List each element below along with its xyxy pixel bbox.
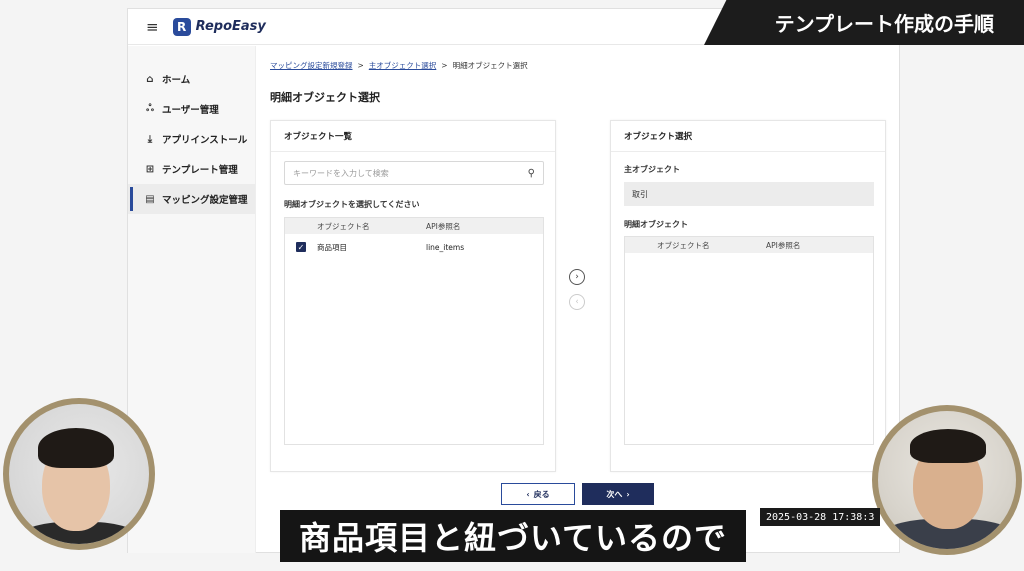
next-button-label: 次へ xyxy=(606,489,623,499)
column-header-api-name: API参照名 xyxy=(766,240,801,250)
video-title-banner: テンプレート作成の手順 xyxy=(704,0,1024,45)
users-icon: ஃ xyxy=(146,103,154,114)
object-table: オブジェクト名 API参照名 ✓ 商品項目 line_items xyxy=(284,217,544,445)
search-input[interactable] xyxy=(293,168,528,178)
object-list-title: オブジェクト一覧 xyxy=(271,121,555,152)
sidebar-item-label: ホーム xyxy=(162,75,191,86)
breadcrumb-link-mapping-new[interactable]: マッピング設定新規登録 xyxy=(270,60,353,71)
timestamp: 2025-03-28 17:38:3 xyxy=(760,508,880,526)
sidebar-item-templates[interactable]: ⊞ テンプレート管理 xyxy=(128,154,255,184)
table-header: オブジェクト名 API参照名 xyxy=(285,218,543,234)
move-left-button[interactable]: ‹ xyxy=(569,294,585,310)
chevron-left-icon: ‹ xyxy=(526,489,530,499)
sidebar-item-label: アプリインストール xyxy=(162,135,248,146)
video-frame: ≡ R RepoEasy ⌂ ホーム ஃ ユーザー管理 ⤓ アプリインストール … xyxy=(0,0,1024,571)
logo-text: RepoEasy xyxy=(195,19,266,34)
back-button[interactable]: ‹ 戻る xyxy=(501,483,575,505)
app-window: ≡ R RepoEasy ⌂ ホーム ஃ ユーザー管理 ⤓ アプリインストール … xyxy=(127,8,900,553)
back-button-label: 戻る xyxy=(533,489,550,499)
sidebar-item-label: ユーザー管理 xyxy=(162,105,219,116)
row-api-name: line_items xyxy=(426,242,465,252)
column-header-api-name: API参照名 xyxy=(426,221,461,231)
logo[interactable]: R RepoEasy xyxy=(172,17,266,36)
table-header: オブジェクト名 API参照名 xyxy=(625,237,873,253)
column-header-object-name: オブジェクト名 xyxy=(317,221,370,231)
row-checkbox-checked[interactable]: ✓ xyxy=(296,242,306,252)
detail-object-label: 明細オブジェクト xyxy=(624,220,688,229)
sidebar-item-label: マッピング設定管理 xyxy=(162,195,248,206)
sidebar-item-label: テンプレート管理 xyxy=(162,165,238,176)
column-header-object-name: オブジェクト名 xyxy=(657,240,710,250)
next-button[interactable]: 次へ › xyxy=(582,483,654,505)
breadcrumb-separator: > xyxy=(441,61,448,70)
sidebar-item-users[interactable]: ஃ ユーザー管理 xyxy=(128,94,255,124)
main-object-value: 取引 xyxy=(624,182,874,206)
person-hair xyxy=(910,429,986,463)
logo-mark-icon: R xyxy=(172,17,191,36)
object-selection-title: オブジェクト選択 xyxy=(611,121,885,152)
breadcrumb-current: 明細オブジェクト選択 xyxy=(452,61,528,70)
move-right-button[interactable]: › xyxy=(569,269,585,285)
sidebar-item-home[interactable]: ⌂ ホーム xyxy=(128,64,255,94)
selected-object-table: オブジェクト名 API参照名 xyxy=(624,236,874,445)
breadcrumb-link-main-object[interactable]: 主オブジェクト選択 xyxy=(369,60,437,71)
hamburger-menu-icon[interactable]: ≡ xyxy=(146,18,159,36)
breadcrumb: マッピング設定新規登録 > 主オブジェクト選択 > 明細オブジェクト選択 xyxy=(270,60,883,71)
search-box: ⚲ xyxy=(284,161,544,185)
video-title-text: テンプレート作成の手順 xyxy=(774,12,994,36)
sidebar-item-app-install[interactable]: ⤓ アプリインストール xyxy=(128,124,255,154)
sidebar-item-mapping-settings[interactable]: ▤ マッピング設定管理 xyxy=(128,184,255,214)
row-object-name: 商品項目 xyxy=(317,242,347,252)
subtitle-text: 商品項目と紐づいているので xyxy=(298,519,728,557)
person-hair xyxy=(38,428,114,468)
webcam-right xyxy=(872,405,1022,555)
search-icon[interactable]: ⚲ xyxy=(528,168,535,179)
select-detail-object-label: 明細オブジェクトを選択してください xyxy=(284,200,420,209)
download-icon: ⤓ xyxy=(147,133,153,145)
table-row[interactable]: ✓ 商品項目 line_items xyxy=(285,234,543,260)
chevron-right-icon: › xyxy=(626,489,630,499)
breadcrumb-separator: > xyxy=(357,61,364,70)
chevron-left-icon: ‹ xyxy=(575,297,579,307)
webcam-left xyxy=(3,398,155,550)
chevron-right-icon: › xyxy=(575,272,579,282)
subtitle-caption: 商品項目と紐づいているので xyxy=(280,510,746,562)
page-title: 明細オブジェクト選択 xyxy=(270,91,380,104)
home-icon: ⌂ xyxy=(146,73,154,85)
main-object-label: 主オブジェクト xyxy=(624,165,680,174)
object-list-panel: オブジェクト一覧 ⚲ 明細オブジェクトを選択してください オブジェクト名 API… xyxy=(270,120,556,472)
object-selection-panel: オブジェクト選択 主オブジェクト 取引 明細オブジェクト オブジェクト名 API… xyxy=(610,120,886,472)
document-icon: ▤ xyxy=(145,193,155,205)
template-icon: ⊞ xyxy=(145,163,155,175)
